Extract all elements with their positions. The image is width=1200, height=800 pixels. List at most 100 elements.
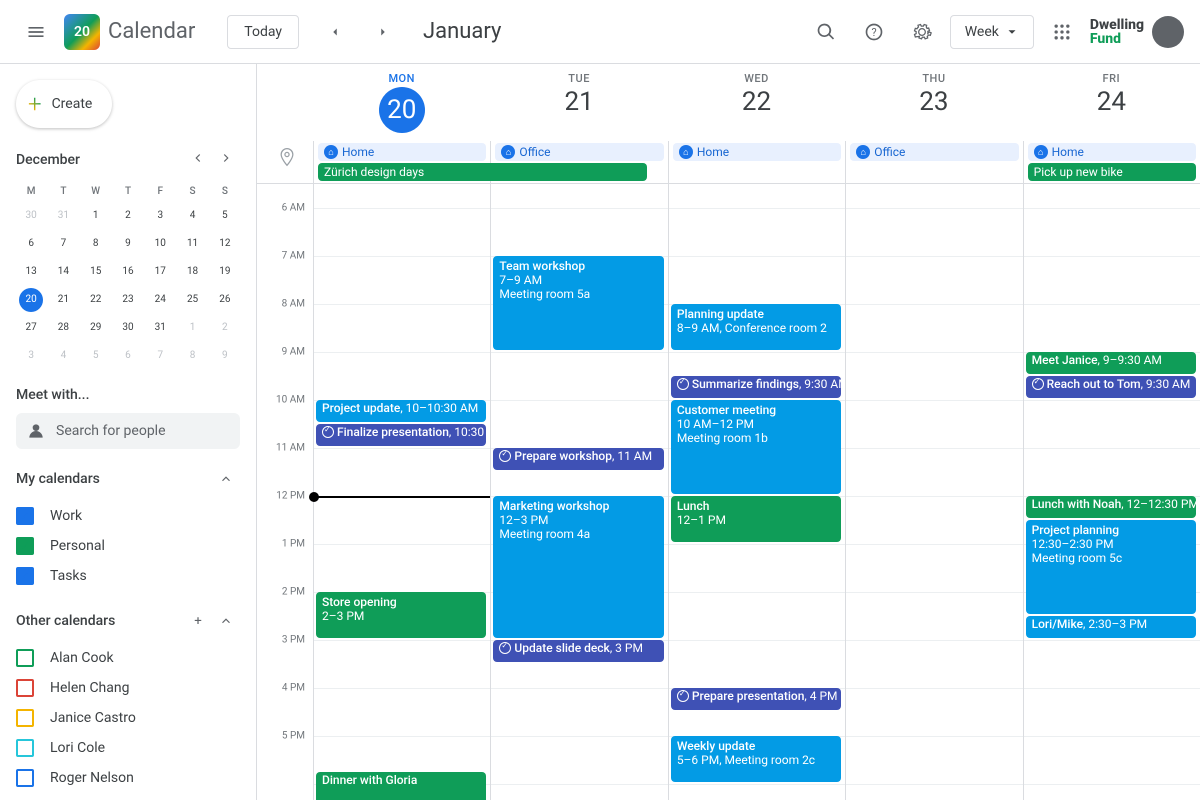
mini-day[interactable]: 13 <box>19 260 43 284</box>
location-chip[interactable]: ⌂Office <box>495 143 663 161</box>
calendar-event[interactable]: Weekly update5–6 PM, Meeting room 2c <box>671 736 841 782</box>
help-icon[interactable]: ? <box>854 12 894 52</box>
mini-day[interactable]: 5 <box>84 344 108 368</box>
account-avatar[interactable] <box>1152 16 1184 48</box>
mini-day[interactable]: 9 <box>213 344 237 368</box>
collapse-mycals-icon[interactable] <box>212 465 240 493</box>
calendar-checkbox[interactable]: ✓ <box>16 507 34 525</box>
task-event[interactable]: Reach out to Tom, 9:30 AM <box>1026 376 1196 398</box>
task-event[interactable]: Prepare presentation, 4 PM <box>671 688 841 710</box>
mini-day[interactable]: 8 <box>84 232 108 256</box>
calendar-event[interactable]: Project update, 10–10:30 AM <box>316 400 486 422</box>
task-event[interactable]: Update slide deck, 3 PM <box>493 640 663 662</box>
mini-day[interactable]: 2 <box>116 204 140 228</box>
calendar-event[interactable]: Team workshop7–9 AMMeeting room 5a <box>493 256 663 350</box>
mini-prev-button[interactable] <box>184 146 212 174</box>
prev-week-button[interactable] <box>315 12 355 52</box>
allday-column[interactable]: ⌂HomeZürich design days <box>313 141 490 183</box>
mini-day[interactable]: 28 <box>51 316 75 340</box>
mini-day[interactable]: 31 <box>51 204 75 228</box>
mini-day[interactable]: 6 <box>19 232 43 256</box>
mini-next-button[interactable] <box>212 146 240 174</box>
mini-day[interactable]: 4 <box>51 344 75 368</box>
calendar-event[interactable]: Project planning12:30–2:30 PMMeeting roo… <box>1026 520 1196 614</box>
mini-day[interactable]: 19 <box>213 260 237 284</box>
mini-day[interactable]: 27 <box>19 316 43 340</box>
day-header[interactable]: THU23 <box>845 64 1022 141</box>
mini-day[interactable]: 15 <box>84 260 108 284</box>
day-column[interactable]: Planning update8–9 AM, Conference room 2… <box>668 184 845 800</box>
allday-event[interactable]: Zürich design days <box>318 163 647 181</box>
calendar-item[interactable]: Lori Cole <box>16 733 240 763</box>
calendar-checkbox[interactable]: ✓ <box>16 537 34 555</box>
day-column[interactable]: Project update, 10–10:30 AMFinalize pres… <box>313 184 490 800</box>
calendar-event[interactable]: Planning update8–9 AM, Conference room 2 <box>671 304 841 350</box>
mini-day[interactable]: 5 <box>213 204 237 228</box>
mini-day[interactable]: 29 <box>84 316 108 340</box>
calendar-item[interactable]: Helen Chang <box>16 673 240 703</box>
search-icon[interactable] <box>806 12 846 52</box>
calendar-item[interactable]: Janice Castro <box>16 703 240 733</box>
calendar-event[interactable]: Store opening2–3 PM <box>316 592 486 638</box>
calendar-checkbox[interactable] <box>16 679 34 697</box>
calendar-event[interactable]: Lunch with Noah, 12–12:30 PM <box>1026 496 1196 518</box>
allday-column[interactable]: ⌂Home <box>668 141 845 183</box>
mini-day[interactable]: 4 <box>181 204 205 228</box>
search-people-input[interactable]: Search for people <box>16 413 240 449</box>
day-header[interactable]: WED22 <box>668 64 845 141</box>
mini-day[interactable]: 7 <box>51 232 75 256</box>
calendar-item[interactable]: Alan Cook <box>16 643 240 673</box>
add-calendar-icon[interactable]: + <box>184 607 212 635</box>
allday-event[interactable]: Pick up new bike <box>1028 163 1196 181</box>
mini-day[interactable]: 22 <box>84 288 108 312</box>
mini-day[interactable]: 24 <box>148 288 172 312</box>
day-header[interactable]: FRI24 <box>1023 64 1200 141</box>
task-event[interactable]: Finalize presentation, 10:30 AM <box>316 424 486 446</box>
mini-day[interactable]: 20 <box>19 288 43 312</box>
location-chip[interactable]: ⌂Home <box>673 143 841 161</box>
view-selector[interactable]: Week <box>950 15 1034 49</box>
mini-day[interactable]: 30 <box>19 204 43 228</box>
mini-day[interactable]: 10 <box>148 232 172 256</box>
mini-day[interactable]: 11 <box>181 232 205 256</box>
collapse-othercals-icon[interactable] <box>212 607 240 635</box>
mini-day[interactable]: 12 <box>213 232 237 256</box>
calendar-checkbox[interactable] <box>16 709 34 727</box>
allday-column[interactable]: ⌂Home Pick up new bike <box>1023 141 1200 183</box>
mini-day[interactable]: 3 <box>148 204 172 228</box>
day-column[interactable]: Meet Janice, 9–9:30 AMReach out to Tom, … <box>1023 184 1200 800</box>
mini-day[interactable]: 1 <box>181 316 205 340</box>
calendar-item[interactable]: ✓Personal <box>16 531 240 561</box>
mini-day[interactable]: 14 <box>51 260 75 284</box>
mini-day[interactable]: 30 <box>116 316 140 340</box>
mini-day[interactable]: 8 <box>181 344 205 368</box>
calendar-event[interactable]: Lori/Mike, 2:30–3 PM <box>1026 616 1196 638</box>
allday-column[interactable]: ⌂Office <box>845 141 1022 183</box>
today-button[interactable]: Today <box>227 15 299 49</box>
mini-day[interactable]: 2 <box>213 316 237 340</box>
calendar-checkbox[interactable] <box>16 769 34 787</box>
location-chip[interactable]: ⌂Home <box>318 143 486 161</box>
mini-day[interactable]: 26 <box>213 288 237 312</box>
day-column[interactable]: Team workshop7–9 AMMeeting room 5aPrepar… <box>490 184 667 800</box>
mini-day[interactable]: 25 <box>181 288 205 312</box>
mini-day[interactable]: 9 <box>116 232 140 256</box>
day-header[interactable]: TUE21 <box>490 64 667 141</box>
calendar-item[interactable]: Roger Nelson <box>16 763 240 793</box>
settings-icon[interactable] <box>902 12 942 52</box>
day-header[interactable]: MON20 <box>313 64 490 141</box>
mini-day[interactable]: 23 <box>116 288 140 312</box>
location-chip[interactable]: ⌂Home <box>1028 143 1196 161</box>
create-button[interactable]: + Create <box>16 80 112 128</box>
calendar-event[interactable]: Customer meeting10 AM–12 PMMeeting room … <box>671 400 841 494</box>
menu-icon[interactable] <box>16 12 56 52</box>
apps-icon[interactable] <box>1042 12 1082 52</box>
calendar-event[interactable]: Meet Janice, 9–9:30 AM <box>1026 352 1196 374</box>
calendar-event[interactable]: Dinner with Gloria <box>316 772 486 800</box>
calendar-checkbox[interactable] <box>16 649 34 667</box>
calendar-item[interactable]: ✓Work <box>16 501 240 531</box>
mini-day[interactable]: 16 <box>116 260 140 284</box>
mini-day[interactable]: 31 <box>148 316 172 340</box>
next-week-button[interactable] <box>363 12 403 52</box>
mini-day[interactable]: 1 <box>84 204 108 228</box>
